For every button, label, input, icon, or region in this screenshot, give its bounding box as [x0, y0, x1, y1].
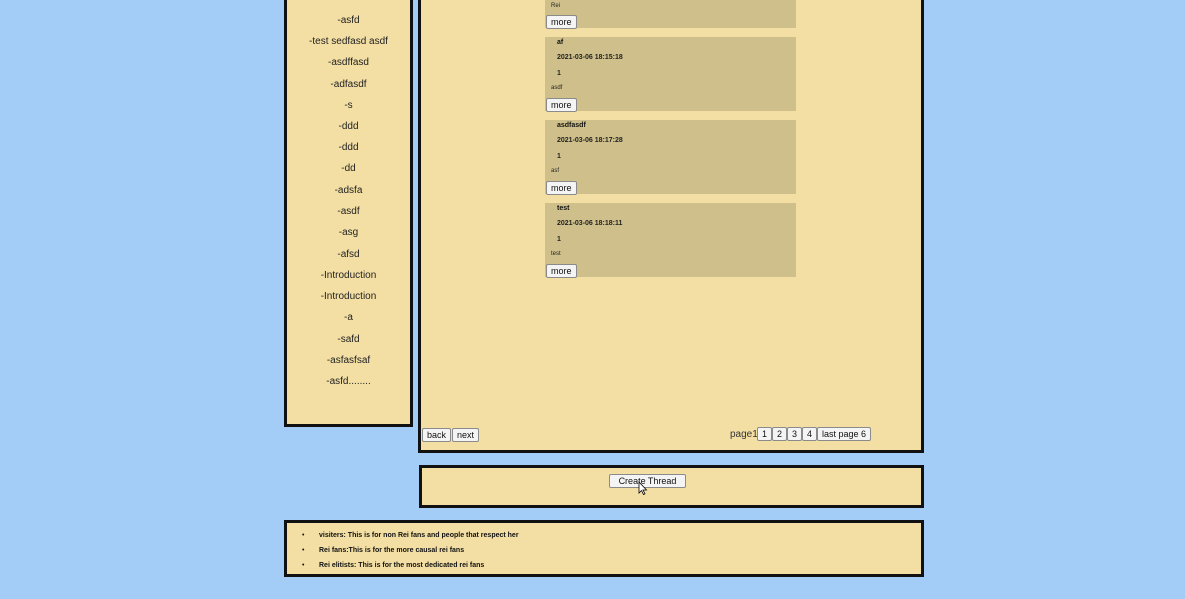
next-button[interactable]: next	[452, 428, 480, 442]
sidebar-item[interactable]: -ddd	[287, 121, 410, 133]
role-description: Rei fans:This is for the more causal rei…	[319, 547, 465, 554]
sidebar-item[interactable]: -dd	[287, 163, 410, 175]
thread-reply-count: 1	[557, 153, 561, 160]
thread-title[interactable]: test	[557, 205, 569, 212]
list-item: visiters: This is for non Rei fans and p…	[302, 532, 519, 539]
page-indicator: page1	[730, 429, 758, 440]
sidebar-item[interactable]: -Introduction	[287, 291, 410, 303]
thread-title[interactable]: asdfasdf	[557, 122, 586, 129]
page-button-4[interactable]: 4	[802, 427, 818, 441]
sidebar-item[interactable]: -afsd	[287, 249, 410, 261]
thread-date: 2021-03-06 18:17:28	[557, 137, 623, 144]
more-button[interactable]: more	[546, 15, 577, 29]
list-item: Rei elitists: This is for the most dedic…	[302, 562, 484, 569]
sidebar-item[interactable]: -asfd........	[287, 376, 410, 388]
page-button-3[interactable]: 3	[787, 427, 803, 441]
sidebar-item[interactable]: -ddd	[287, 142, 410, 154]
sidebar-item[interactable]: -Introduction	[287, 270, 410, 282]
sidebar-item[interactable]: -test sedfasd asdf	[287, 36, 410, 48]
sidebar-item[interactable]: -asdf	[287, 206, 410, 218]
thread-card: test 2021-03-06 18:18:11 1 test more	[545, 203, 796, 278]
thread-card: af 2021-03-06 18:15:18 1 asdf more	[545, 37, 796, 112]
sidebar-item[interactable]: -asfd	[287, 15, 410, 27]
sidebar-item[interactable]: -adsfa	[287, 185, 410, 197]
thread-card: Rei more	[545, 0, 796, 29]
sidebar-item[interactable]: -asfasfsaf	[287, 355, 410, 367]
thread-body: asf	[551, 168, 560, 174]
role-description: Rei elitists: This is for the most dedic…	[319, 562, 485, 569]
sidebar-item[interactable]: -s	[287, 100, 410, 112]
thread-body: Rei	[551, 3, 561, 9]
thread-card: asdfasdf 2021-03-06 18:17:28 1 asf more	[545, 120, 796, 195]
more-button[interactable]: more	[546, 181, 577, 195]
thread-body: asdf	[551, 85, 563, 91]
sidebar-item[interactable]: -asdffasd	[287, 57, 410, 69]
list-item: Rei fans:This is for the more causal rei…	[302, 547, 464, 554]
more-button[interactable]: more	[546, 264, 577, 278]
sidebar-item[interactable]: -a	[287, 312, 410, 324]
page-button-1[interactable]: 1	[757, 427, 773, 441]
last-page-button[interactable]: last page 6	[817, 427, 872, 441]
more-button[interactable]: more	[546, 98, 577, 112]
thread-date: 2021-03-06 18:18:11	[557, 220, 623, 227]
page-button-2[interactable]: 2	[772, 427, 788, 441]
sidebar-panel: -asfd -test sedfasd asdf -asdffasd -adfa…	[284, 0, 413, 427]
thread-reply-count: 1	[557, 70, 561, 77]
sidebar-item[interactable]: -safd	[287, 334, 410, 346]
thread-date: 2021-03-06 18:15:18	[557, 54, 623, 61]
mouse-cursor-icon	[638, 481, 648, 495]
roles-legend-panel: visiters: This is for non Rei fans and p…	[284, 520, 924, 577]
thread-body: test	[551, 251, 561, 257]
role-description: visiters: This is for non Rei fans and p…	[319, 532, 519, 539]
thread-title[interactable]: af	[557, 39, 563, 46]
sidebar-item[interactable]: -asg	[287, 227, 410, 239]
thread-reply-count: 1	[557, 236, 561, 243]
sidebar-item[interactable]: -adfasdf	[287, 79, 410, 91]
back-button[interactable]: back	[422, 428, 452, 442]
